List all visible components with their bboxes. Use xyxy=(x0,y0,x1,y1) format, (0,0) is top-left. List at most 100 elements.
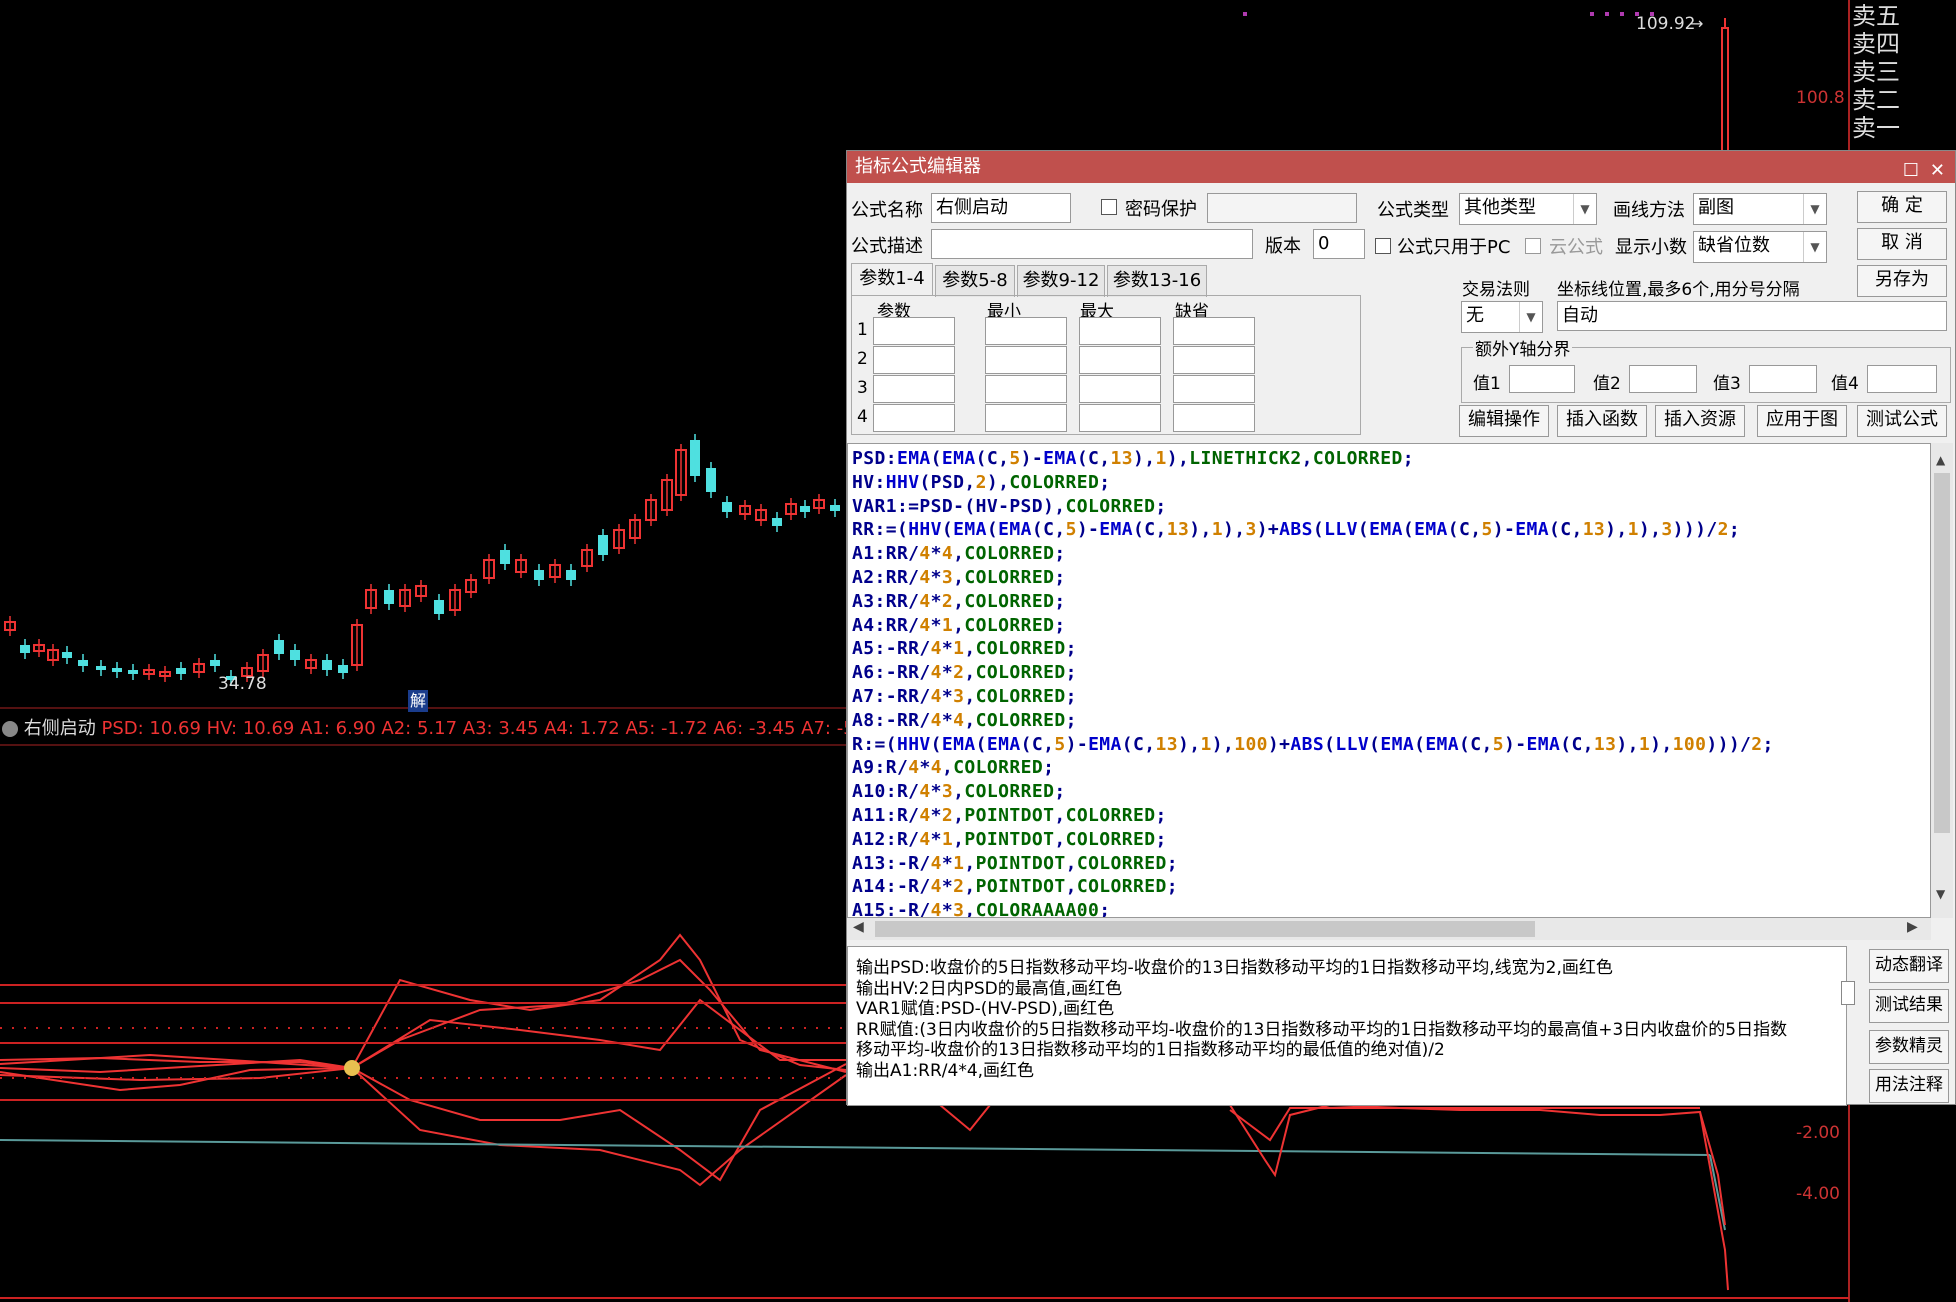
orderbook-sell3: 卖三 xyxy=(1852,58,1900,86)
decimals-label: 显示小数 xyxy=(1615,237,1687,258)
candlestick-series xyxy=(4,434,840,686)
code-line: A4:RR/4*1,COLORRED; xyxy=(852,614,1066,636)
param-cell[interactable] xyxy=(985,317,1067,345)
code-line: A6:-RR/4*2,COLORRED; xyxy=(852,662,1077,684)
formula-name-label: 公式名称 xyxy=(851,200,923,221)
code-line: VAR1:=PSD-(HV-PSD),COLORRED; xyxy=(852,495,1167,517)
draw-method-select[interactable]: 副图 ▼ xyxy=(1693,193,1827,225)
formula-editor-dialog: 指标公式编辑器 ☐ ✕ 公式名称 右侧启动 密码保护 公式类型 其他类型 ▼ 画… xyxy=(846,150,1956,1106)
indicator-toggle-icon[interactable] xyxy=(2,721,18,737)
val2-label: 值2 xyxy=(1593,374,1621,394)
apply-to-chart-button[interactable]: 应用于图 xyxy=(1757,405,1847,437)
decimals-select[interactable]: 缺省位数 ▼ xyxy=(1693,231,1827,263)
param-cell[interactable] xyxy=(1079,404,1161,432)
param-cell[interactable] xyxy=(1079,375,1161,403)
cloud-checkbox[interactable] xyxy=(1525,238,1541,254)
insert-resource-button[interactable]: 插入资源 xyxy=(1655,405,1745,437)
formula-type-select[interactable]: 其他类型 ▼ xyxy=(1459,193,1597,225)
coord-lines-input[interactable]: 自动 xyxy=(1557,301,1947,331)
code-line: A8:-RR/4*4,COLORRED; xyxy=(852,709,1077,731)
formula-type-label: 公式类型 xyxy=(1377,200,1449,221)
code-line: A5:-RR/4*1,COLORRED; xyxy=(852,638,1077,660)
val3-label: 值3 xyxy=(1713,374,1741,394)
save-as-button[interactable]: 另存为 xyxy=(1857,265,1947,297)
usage-notes-button[interactable]: 用法注释 xyxy=(1869,1069,1949,1103)
param-wizard-button[interactable]: 参数精灵 xyxy=(1869,1030,1949,1064)
tab-params-13-16[interactable]: 参数13-16 xyxy=(1107,265,1207,297)
version-input[interactable]: 0 xyxy=(1313,229,1365,259)
formula-translation-panel: 输出PSD:收盘价的5日指数移动平均-收盘价的13日指数移动平均的1日指数移动平… xyxy=(847,946,1847,1106)
password-checkbox[interactable] xyxy=(1101,199,1117,215)
code-hscrollbar[interactable]: ◀ ▶ xyxy=(847,918,1931,940)
translation-line: 输出A1:RR/4*4,画红色 xyxy=(856,1060,1035,1081)
axis-label-top: 100.8 xyxy=(1796,88,1845,108)
code-line: RR:=(HHV(EMA(EMA(C,5)-EMA(C,13),1),3)+AB… xyxy=(852,519,1741,541)
param-cell[interactable] xyxy=(985,346,1067,374)
test-result-button[interactable]: 测试结果 xyxy=(1869,989,1949,1023)
scroll-right-icon[interactable]: ▶ xyxy=(1907,919,1918,935)
code-line: PSD:EMA(EMA(C,5)-EMA(C,13),1),LINETHICK2… xyxy=(852,448,1415,469)
val3-input[interactable] xyxy=(1749,365,1817,393)
code-vscroll-thumb[interactable] xyxy=(1934,473,1950,833)
val4-input[interactable] xyxy=(1867,365,1937,393)
formula-name-input[interactable]: 右侧启动 xyxy=(931,193,1071,223)
param-cell[interactable] xyxy=(1079,346,1161,374)
scroll-up-icon[interactable]: ▲ xyxy=(1936,453,1945,467)
chevron-down-icon: ▼ xyxy=(1803,232,1826,262)
test-formula-button[interactable]: 测试公式 xyxy=(1857,405,1947,437)
chevron-down-icon: ▼ xyxy=(1573,194,1596,224)
val2-input[interactable] xyxy=(1629,365,1697,393)
code-line: A2:RR/4*3,COLORRED; xyxy=(852,567,1066,588)
param-cell[interactable] xyxy=(1173,375,1255,403)
tab-params-5-8[interactable]: 参数5-8 xyxy=(935,265,1015,297)
scroll-down-icon[interactable]: ▼ xyxy=(1936,887,1945,901)
code-hscroll-thumb[interactable] xyxy=(875,921,1535,937)
version-label: 版本 xyxy=(1265,236,1301,257)
pc-only-checkbox[interactable] xyxy=(1375,238,1391,254)
edit-ops-button[interactable]: 编辑操作 xyxy=(1459,405,1549,437)
code-line: A3:RR/4*2,COLORRED; xyxy=(852,590,1066,612)
arrow-icon: → xyxy=(1690,14,1704,33)
dialog-titlebar[interactable]: 指标公式编辑器 ☐ ✕ xyxy=(847,151,1955,183)
formula-desc-label: 公式描述 xyxy=(851,236,923,257)
val4-label: 值4 xyxy=(1831,374,1859,394)
code-line: A13:-R/4*1,POINTDOT,COLORRED; xyxy=(852,852,1178,874)
param-cell[interactable] xyxy=(1079,317,1161,345)
trade-rule-select[interactable]: 无 ▼ xyxy=(1461,301,1543,333)
maximize-icon[interactable]: ☐ xyxy=(1903,155,1919,187)
param-cell[interactable] xyxy=(873,317,955,345)
val1-label: 值1 xyxy=(1473,374,1501,394)
decimals-value: 缺省位数 xyxy=(1698,235,1770,256)
code-line: R:=(HHV(EMA(EMA(C,5)-EMA(C,13),1),100)+A… xyxy=(852,733,1774,755)
cancel-button[interactable]: 取 消 xyxy=(1857,228,1947,260)
param-cell[interactable] xyxy=(985,375,1067,403)
param-cell[interactable] xyxy=(873,404,955,432)
formula-code-editor[interactable]: PSD:EMA(EMA(C,5)-EMA(C,13),1),LINETHICK2… xyxy=(847,443,1931,918)
price-high-label: 109.92 xyxy=(1636,14,1696,34)
param-cell[interactable] xyxy=(873,375,955,403)
code-vscrollbar[interactable]: ▲ ▼ xyxy=(1931,443,1953,918)
param-cell[interactable] xyxy=(1173,317,1255,345)
val1-input[interactable] xyxy=(1509,365,1575,393)
insert-function-button[interactable]: 插入函数 xyxy=(1557,405,1647,437)
ok-button[interactable]: 确 定 xyxy=(1857,191,1947,223)
param-cell[interactable] xyxy=(1173,404,1255,432)
indicator-name[interactable]: 右侧启动 xyxy=(24,718,96,739)
code-line: A14:-R/4*2,POINTDOT,COLORRED; xyxy=(852,876,1178,898)
param-cell[interactable] xyxy=(985,404,1067,432)
close-icon[interactable]: ✕ xyxy=(1930,155,1945,187)
code-line: A9:R/4*4,COLORRED; xyxy=(852,757,1055,779)
indicator-line xyxy=(0,998,846,1070)
password-input[interactable] xyxy=(1207,193,1357,223)
tab-params-1-4[interactable]: 参数1-4 xyxy=(851,263,933,295)
desc-scrollbar[interactable] xyxy=(1841,981,1855,1005)
password-label: 密码保护 xyxy=(1125,199,1197,220)
param-cell[interactable] xyxy=(873,346,955,374)
orderbook-sell1: 卖一 xyxy=(1852,114,1900,142)
dynamic-translate-button[interactable]: 动态翻译 xyxy=(1869,949,1949,983)
solve-badge[interactable]: 解 xyxy=(408,690,428,712)
scroll-left-icon[interactable]: ◀ xyxy=(853,919,864,935)
tab-params-9-12[interactable]: 参数9-12 xyxy=(1017,265,1105,297)
formula-desc-input[interactable] xyxy=(931,229,1253,259)
param-cell[interactable] xyxy=(1173,346,1255,374)
